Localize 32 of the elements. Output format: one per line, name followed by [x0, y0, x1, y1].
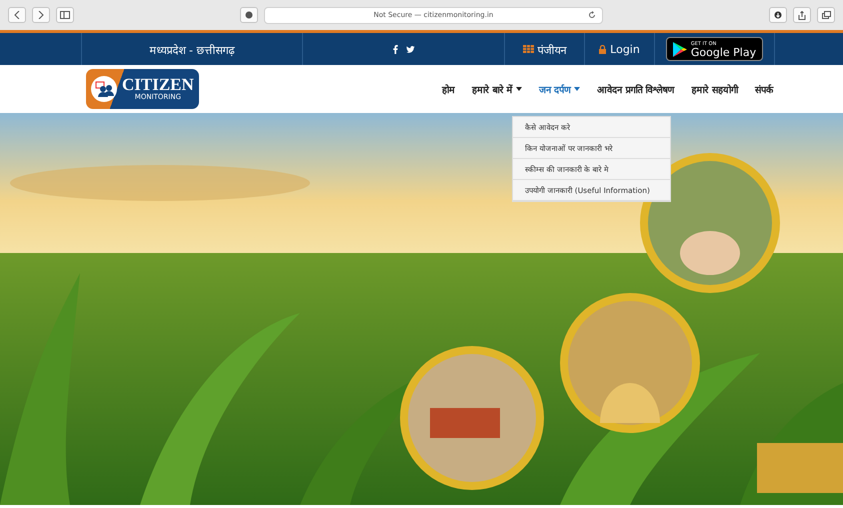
chevron-right-icon — [38, 11, 44, 19]
login-link[interactable]: Login — [599, 42, 640, 56]
play-icon — [672, 42, 687, 56]
sidebar-icon — [60, 11, 70, 19]
back-button[interactable] — [8, 7, 26, 23]
nav-link[interactable]: होम — [442, 82, 456, 96]
logo-title: CITIZEN — [122, 77, 194, 93]
download-button[interactable] — [769, 7, 787, 23]
share-icon — [798, 10, 806, 20]
share-button[interactable] — [793, 7, 811, 23]
tabs-icon — [822, 11, 830, 19]
nav-link[interactable]: हमारे बारे में — [472, 82, 522, 96]
register-link[interactable]: पंजीयन — [522, 42, 566, 56]
nav-link[interactable]: आवेदन प्रगति विश्लेषण — [597, 82, 675, 96]
people-icon — [90, 75, 118, 103]
nav-link[interactable]: संपर्क — [755, 82, 773, 96]
sidebar-button[interactable] — [56, 7, 74, 23]
tabs-button[interactable] — [817, 7, 835, 23]
lock-icon — [599, 44, 606, 54]
region-text: मध्यप्रदेश - छत्तीसगढ़ — [150, 42, 234, 56]
facebook-icon[interactable] — [392, 44, 398, 54]
download-icon — [774, 11, 782, 19]
nav-link[interactable]: हमारे सहयोगी — [692, 82, 738, 96]
badge-title: Google Play — [690, 46, 756, 58]
nav-link[interactable]: जन दर्पण — [538, 82, 580, 96]
reload-icon[interactable] — [588, 11, 596, 19]
circle-icon — [245, 11, 253, 19]
table-icon — [522, 45, 534, 53]
twitter-icon[interactable] — [406, 46, 414, 52]
privacy-button[interactable] — [240, 7, 258, 23]
chevron-left-icon — [14, 11, 20, 19]
forward-button[interactable] — [32, 7, 50, 23]
